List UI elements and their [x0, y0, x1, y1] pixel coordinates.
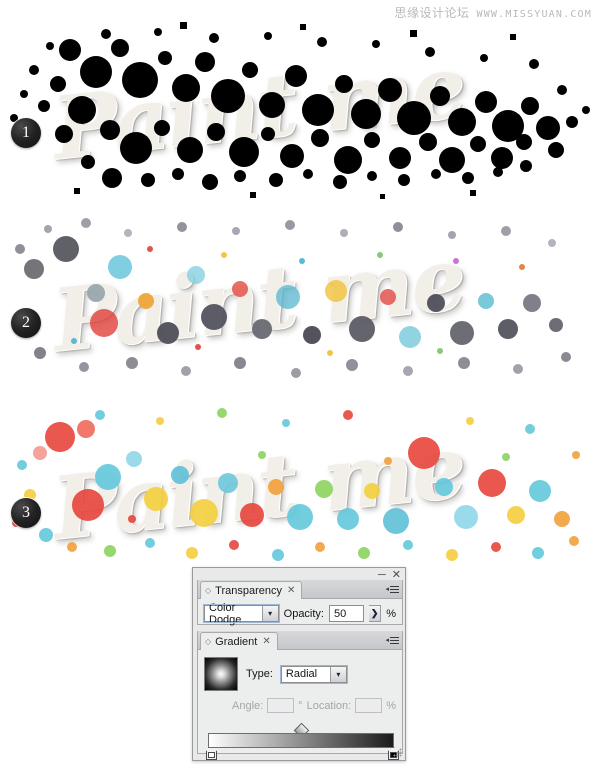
gradient-panel-body: Type: Radial ▾ Angle: ° Location: % [198, 650, 402, 761]
gradient-tabstrip: ◇ Gradient ✕ ◂ [198, 631, 402, 650]
artwork-canvas-1: Paint me [0, 10, 600, 205]
gradient-slider[interactable] [204, 722, 399, 760]
black-splatter-overlay-1 [10, 22, 590, 199]
gradient-preview-swatch[interactable] [204, 657, 238, 691]
panel-menu-triangle-icon: ◂ [385, 585, 389, 593]
artwork-step-3: Paint me [0, 395, 600, 580]
step-badge-3: 3 [11, 498, 41, 528]
minimize-icon[interactable]: ─ [378, 569, 386, 581]
transparency-panel-menu-icon[interactable]: ◂ [381, 582, 399, 596]
opacity-value: 50 [334, 607, 347, 620]
gradient-stop-color-swatch [208, 752, 215, 758]
opacity-stepper-button[interactable]: ❯ [369, 605, 382, 622]
gradient-angle-label: Angle: [232, 699, 264, 712]
close-icon[interactable]: ✕ [392, 569, 401, 581]
chevron-down-icon[interactable]: ▾ [329, 666, 346, 682]
panel-menu-triangle-icon: ◂ [385, 636, 389, 644]
chevron-down-icon[interactable]: ▾ [261, 606, 278, 621]
transparency-panel-body: Color Dodge ▾ Opacity: 50 ❯ % [198, 599, 402, 626]
gradient-angle-input [267, 698, 295, 713]
tab-transparency-label: Transparency [215, 584, 282, 597]
tab-gradient[interactable]: ◇ Gradient ✕ [200, 632, 278, 650]
panel-menu-bars-icon [390, 636, 399, 644]
transparency-panel: ◇ Transparency ✕ ◂ Color Dodge ▾ Opacity… [197, 580, 403, 626]
gradient-ramp-bar[interactable] [208, 733, 394, 748]
tab-gradient-label: Gradient [215, 635, 258, 648]
panel-menu-bars-icon [390, 585, 399, 593]
step-badge-1: 1 [11, 118, 41, 148]
color-splatter-overlay-2 [15, 218, 571, 378]
gradient-type-select[interactable]: Radial ▾ [279, 664, 348, 684]
artwork-step-2: Paint me [0, 205, 600, 395]
resize-grip[interactable] [393, 748, 402, 757]
gradient-location-label: Location: [306, 699, 352, 712]
step-badge-2: 2 [11, 308, 41, 338]
tab-transparency[interactable]: ◇ Transparency ✕ [200, 581, 303, 599]
opacity-percent-label: % [386, 607, 396, 620]
gradient-location-input [355, 698, 383, 713]
transparency-tabstrip: ◇ Transparency ✕ ◂ [198, 580, 402, 599]
color-splatter-overlay-3 [12, 408, 580, 561]
blend-mode-select[interactable]: Color Dodge ▾ [203, 601, 280, 626]
floating-panel-group: ─ ✕ ◇ Transparency ✕ ◂ Color Dodge ▾ Opa… [192, 567, 406, 761]
gradient-panel: ◇ Gradient ✕ ◂ Type: Radial ▾ Angle: ° L… [197, 631, 403, 760]
gradient-panel-menu-icon[interactable]: ◂ [381, 633, 399, 647]
blend-mode-value: Color Dodge [209, 601, 242, 626]
opacity-label: Opacity: [283, 607, 324, 620]
tab-close-icon[interactable]: ✕ [287, 585, 295, 596]
artwork-canvas-3: Paint me [0, 395, 600, 580]
tab-close-icon[interactable]: ✕ [262, 636, 270, 647]
gradient-angle-location-row: Angle: ° Location: % [204, 698, 396, 713]
opacity-input[interactable]: 50 [329, 605, 365, 622]
artwork-step-1: Paint me [0, 10, 600, 205]
location-percent-label: % [386, 699, 396, 712]
tab-grip-icon: ◇ [205, 636, 212, 646]
gradient-type-label: Type: [246, 668, 273, 680]
transparency-controls-row: Color Dodge ▾ Opacity: 50 ❯ % [203, 601, 396, 626]
tab-grip-icon: ◇ [205, 585, 212, 595]
gradient-type-row: Type: Radial ▾ [204, 657, 396, 691]
gradient-type-value: Radial [285, 668, 318, 680]
degree-symbol: ° [298, 699, 303, 712]
artwork-canvas-2: Paint me [0, 205, 600, 395]
gradient-stop-left[interactable] [206, 747, 217, 760]
